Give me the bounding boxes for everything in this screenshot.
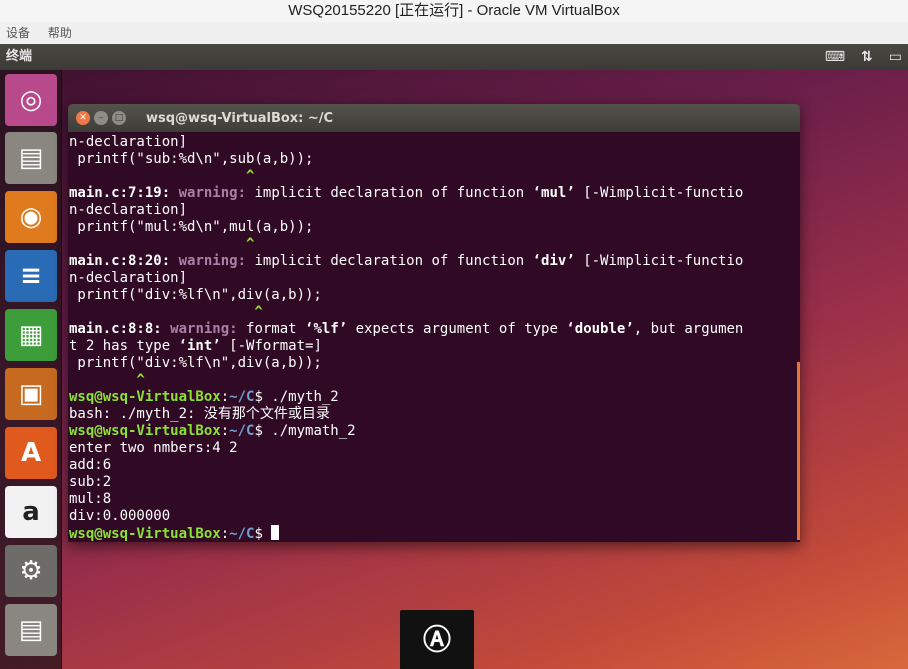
terminal-line: t 2 has type ‘int’ [-Wformat=]: [69, 338, 322, 354]
terminal-line: add:6: [69, 457, 112, 473]
libreoffice-calc-icon[interactable]: ▦: [5, 309, 57, 361]
menu-devices[interactable]: 设备: [6, 26, 30, 40]
terminal-line: sub:2: [69, 474, 112, 490]
terminal-line: printf("div:%lf\n",div(a,b));: [69, 287, 322, 303]
amazon-icon[interactable]: a: [5, 486, 57, 538]
terminal-window[interactable]: ✕ – □ wsq@wsq-VirtualBox: ~/C n-declarat…: [68, 104, 800, 542]
ubuntu-dash-icon[interactable]: ◎: [5, 74, 57, 126]
guest-desktop: 终端 ⌨ ⇅ ▭ ◎ ▤ ◉ ≡ ▦ ▣ A a ⚙ ▤ ✕ – □ wsq@w…: [0, 44, 908, 669]
minimize-icon[interactable]: –: [94, 111, 108, 125]
terminal-prompt-line: wsq@wsq-VirtualBox:~/C$ ./mymath_2: [69, 423, 356, 439]
terminal-line: n-declaration]: [69, 134, 188, 150]
files-icon[interactable]: ▤: [5, 132, 57, 184]
terminal-line: printf("mul:%d\n",mul(a,b));: [69, 219, 314, 235]
terminal-line: mul:8: [69, 491, 112, 507]
terminal-caret-line: ^: [69, 236, 255, 252]
terminal-line: printf("sub:%d\n",sub(a,b));: [69, 151, 314, 167]
app-store-icon[interactable]: Ⓐ: [400, 610, 474, 669]
terminal-line: main.c:8:20: warning: implicit declarati…: [69, 253, 744, 269]
terminal-caret-line: ^: [69, 372, 145, 388]
libreoffice-writer-icon[interactable]: ≡: [5, 250, 57, 302]
keyboard-icon[interactable]: ⌨: [825, 44, 845, 70]
ubuntu-software-icon[interactable]: A: [5, 427, 57, 479]
terminal-caret-line: ^: [69, 304, 263, 320]
terminal-caret-line: ^: [69, 168, 255, 184]
terminal-scrollbar[interactable]: [797, 362, 800, 540]
terminal-output[interactable]: n-declaration] printf("sub:%d\n",sub(a,b…: [68, 132, 800, 542]
terminal-line: enter two nmbers:4 2: [69, 440, 238, 456]
battery-icon[interactable]: ▭: [889, 44, 902, 70]
terminal-active-prompt[interactable]: wsq@wsq-VirtualBox:~/C$: [69, 525, 800, 542]
terminal-line: n-declaration]: [69, 270, 188, 286]
vbox-menubar: 设备 帮助: [0, 22, 908, 44]
terminal-line: printf("div:%lf\n",div(a,b));: [69, 355, 322, 371]
system-settings-icon[interactable]: ⚙: [5, 545, 57, 597]
terminal-line: main.c:7:19: warning: implicit declarati…: [69, 185, 744, 201]
terminal-titlebar[interactable]: ✕ – □ wsq@wsq-VirtualBox: ~/C: [68, 104, 800, 132]
terminal-prompt-line: wsq@wsq-VirtualBox:~/C$ ./myth_2: [69, 389, 339, 405]
firefox-icon[interactable]: ◉: [5, 191, 57, 243]
terminal-line: div:0.000000: [69, 508, 171, 524]
maximize-icon[interactable]: □: [112, 111, 126, 125]
active-app-title: 终端: [6, 49, 33, 64]
files-icon-2[interactable]: ▤: [5, 604, 57, 656]
unity-launcher: ◎ ▤ ◉ ≡ ▦ ▣ A a ⚙ ▤: [0, 70, 62, 669]
ubuntu-top-panel: 终端 ⌨ ⇅ ▭: [0, 44, 908, 70]
network-updown-icon[interactable]: ⇅: [861, 44, 873, 70]
terminal-line: bash: ./myth_2: 没有那个文件或目录: [69, 406, 330, 422]
menu-help[interactable]: 帮助: [48, 26, 72, 40]
terminal-line: main.c:8:8: warning: format ‘%lf’ expect…: [69, 321, 744, 337]
vbox-window-title: WSQ20155220 [正在运行] - Oracle VM VirtualBo…: [0, 0, 908, 22]
terminal-title: wsq@wsq-VirtualBox: ~/C: [146, 110, 334, 126]
libreoffice-impress-icon[interactable]: ▣: [5, 368, 57, 420]
close-icon[interactable]: ✕: [76, 111, 90, 125]
text-cursor: [271, 525, 280, 540]
terminal-line: n-declaration]: [69, 202, 188, 218]
